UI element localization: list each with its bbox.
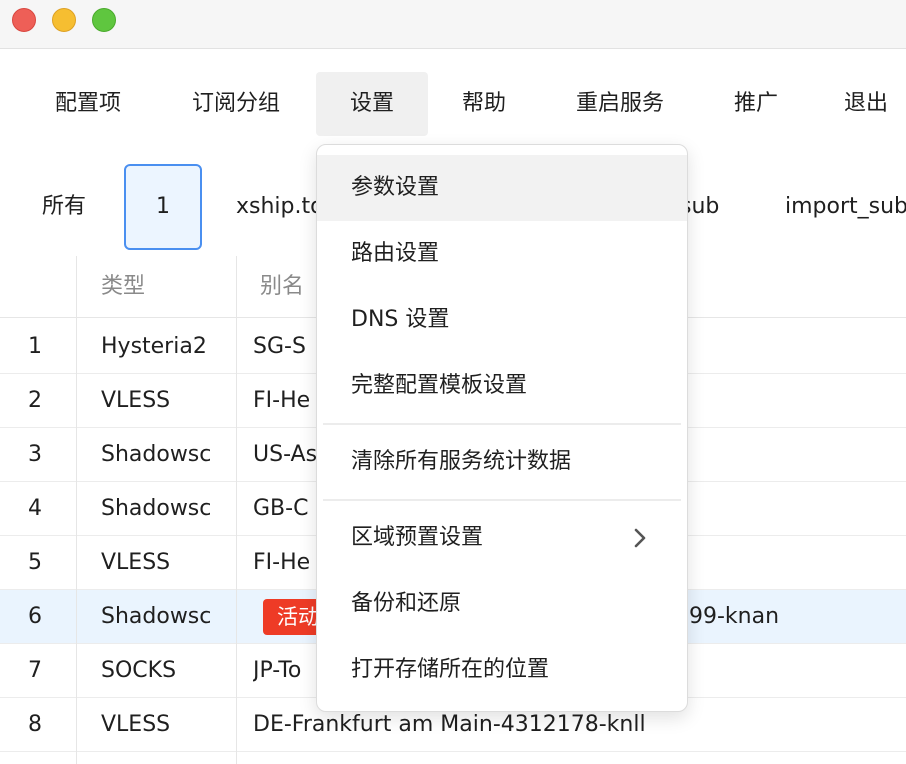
row-type: Shadowsc [101, 442, 211, 467]
group-tab-xship[interactable]: xship.to [236, 164, 324, 250]
menu-item-region-preset[interactable]: 区域预置设置 [317, 505, 687, 571]
row-index: 7 [28, 658, 42, 683]
row-index: 3 [28, 442, 42, 467]
menu-item-clear-statistics[interactable]: 清除所有服务统计数据 [317, 429, 687, 495]
close-window-button[interactable] [12, 8, 36, 32]
menu-item-routing-settings[interactable]: 路由设置 [317, 221, 687, 287]
menu-item-full-config-template[interactable]: 完整配置模板设置 [317, 353, 687, 419]
menu-restart-service[interactable]: 重启服务 [556, 72, 684, 136]
menu-item-open-storage-location[interactable]: 打开存储所在的位置 [317, 637, 687, 703]
menu-separator [323, 423, 681, 425]
row-index: 2 [28, 388, 42, 413]
chevron-right-icon [633, 505, 647, 571]
row-alias-tail: 99-knan [689, 604, 780, 629]
row-type: VLESS [101, 712, 171, 737]
row-index: 4 [28, 496, 42, 521]
row-type: Shadowsc [101, 496, 211, 521]
row-index: 8 [28, 712, 42, 737]
row-index: 5 [28, 550, 42, 575]
settings-dropdown-menu: 参数设置 路由设置 DNS 设置 完整配置模板设置 清除所有服务统计数据 区域预… [316, 144, 688, 712]
group-tab-1[interactable]: 1 [124, 164, 202, 250]
menu-item-parameter-settings[interactable]: 参数设置 [317, 155, 687, 221]
column-header-alias[interactable]: 别名 [260, 256, 304, 318]
group-tab-all[interactable]: 所有 [42, 164, 86, 250]
maximize-window-button[interactable] [92, 8, 116, 32]
group-tab-import-sub[interactable]: import_sub [785, 164, 906, 250]
menu-item-backup-restore[interactable]: 备份和还原 [317, 571, 687, 637]
menu-promotion[interactable]: 推广 [716, 72, 796, 136]
app-window: 配置项 订阅分组 设置 帮助 重启服务 推广 退出 所有 1 xship.to … [0, 0, 906, 764]
menu-subscription-groups[interactable]: 订阅分组 [172, 72, 300, 136]
row-index: 6 [28, 604, 42, 629]
column-header-type[interactable]: 类型 [101, 256, 145, 318]
menu-profiles[interactable]: 配置项 [36, 72, 140, 136]
main-menu-bar: 配置项 订阅分组 设置 帮助 重启服务 推广 退出 [0, 72, 906, 136]
row-type: VLESS [101, 388, 171, 413]
column-divider [236, 256, 237, 764]
minimize-window-button[interactable] [52, 8, 76, 32]
row-index: 1 [28, 334, 42, 359]
menu-help[interactable]: 帮助 [444, 72, 524, 136]
column-divider [76, 256, 77, 764]
menu-exit[interactable]: 退出 [828, 72, 906, 136]
title-bar [0, 0, 906, 49]
row-type: Shadowsc [101, 604, 211, 629]
menu-settings[interactable]: 设置 [316, 72, 428, 136]
row-type: VLESS [101, 550, 171, 575]
row-type: SOCKS [101, 658, 177, 683]
menu-item-dns-settings[interactable]: DNS 设置 [317, 287, 687, 353]
menu-item-region-preset-label: 区域预置设置 [351, 525, 484, 550]
row-type: Hysteria2 [101, 334, 207, 359]
menu-separator [323, 499, 681, 501]
